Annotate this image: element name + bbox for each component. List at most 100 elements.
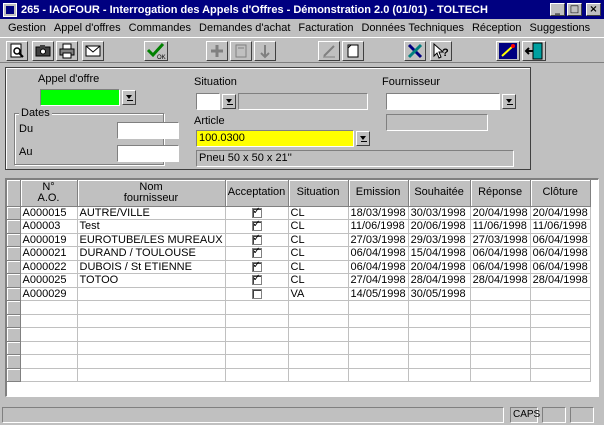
acceptation-checkbox[interactable] xyxy=(251,247,262,259)
table-row[interactable] xyxy=(7,300,591,315)
cell-no[interactable]: A00003 xyxy=(20,219,78,234)
cell-souhaitee[interactable] xyxy=(408,354,471,369)
cell-reponse[interactable]: 27/03/1998 xyxy=(470,233,531,247)
cell-situation[interactable]: CL xyxy=(288,246,349,261)
cell-souhaitee[interactable]: 29/03/1998 xyxy=(408,233,471,247)
cell-no[interactable]: A000021 xyxy=(20,246,78,261)
cell-reponse[interactable]: 06/04/1998 xyxy=(470,260,531,274)
cell-reponse[interactable]: 20/04/1998 xyxy=(470,206,531,220)
cell-situation[interactable]: CL xyxy=(288,219,349,234)
menu-demandes-achat[interactable]: Demandes d'achat xyxy=(195,22,294,34)
cell-cloture[interactable]: 06/04/1998 xyxy=(530,260,591,274)
cell-reponse[interactable] xyxy=(470,368,531,382)
cell-souhaitee[interactable] xyxy=(408,300,471,315)
cell-emission[interactable]: 27/03/1998 xyxy=(348,233,409,247)
table-row[interactable] xyxy=(7,314,591,328)
col-header-reponse[interactable]: Réponse xyxy=(470,180,531,207)
menu-reception[interactable]: Réception xyxy=(468,22,526,34)
cell-nom[interactable]: AUTRE/VILLE xyxy=(77,206,226,220)
cell-acceptation[interactable] xyxy=(225,219,289,234)
cell-acceptation[interactable] xyxy=(225,246,289,261)
row-selector[interactable] xyxy=(7,368,21,382)
table-row[interactable]: A000029 VA 14/05/1998 30/05/1998 xyxy=(7,287,591,301)
col-header-souhaitee[interactable]: Souhaitée xyxy=(408,180,471,207)
cell-nom[interactable] xyxy=(77,314,226,328)
du-date-input[interactable] xyxy=(117,122,179,139)
cell-acceptation[interactable] xyxy=(225,368,289,382)
cell-situation[interactable] xyxy=(288,341,349,355)
cell-emission[interactable] xyxy=(348,368,409,382)
menu-facturation[interactable]: Facturation xyxy=(294,22,357,34)
cell-souhaitee[interactable]: 20/06/1998 xyxy=(408,219,471,234)
menu-appel-offres[interactable]: Appel d'offres xyxy=(50,22,125,34)
cell-acceptation[interactable] xyxy=(225,341,289,355)
cell-emission[interactable] xyxy=(348,300,409,315)
acceptation-checkbox[interactable] xyxy=(251,220,262,232)
acceptation-checkbox[interactable] xyxy=(251,260,262,272)
situation-input[interactable] xyxy=(196,93,220,110)
fournisseur-input[interactable] xyxy=(386,93,500,110)
cell-nom[interactable]: EUROTUBE/LES MUREAUX xyxy=(77,233,226,247)
help-button[interactable]: ? xyxy=(430,41,452,61)
col-header-nom[interactable]: Nom fournisseur xyxy=(77,180,226,207)
cell-cloture[interactable]: 06/04/1998 xyxy=(530,233,591,247)
cell-reponse[interactable]: 28/04/1998 xyxy=(470,273,531,288)
row-selector[interactable] xyxy=(7,273,21,288)
cell-emission[interactable] xyxy=(348,341,409,355)
cell-cloture[interactable]: 11/06/1998 xyxy=(530,219,591,234)
acceptation-checkbox[interactable] xyxy=(251,206,262,218)
cell-nom[interactable] xyxy=(77,287,226,301)
cell-no[interactable] xyxy=(20,300,78,315)
cell-situation[interactable]: CL xyxy=(288,273,349,288)
cell-no[interactable]: A000029 xyxy=(20,287,78,301)
cell-souhaitee[interactable] xyxy=(408,327,471,342)
row-selector[interactable] xyxy=(7,233,21,247)
cell-emission[interactable]: 18/03/1998 xyxy=(348,206,409,220)
print-button[interactable] xyxy=(56,41,78,61)
cell-cloture[interactable] xyxy=(530,354,591,369)
row-selector[interactable] xyxy=(7,260,21,274)
add-button[interactable] xyxy=(206,41,228,61)
menu-suggestions[interactable]: Suggestions xyxy=(526,22,595,34)
cell-acceptation[interactable] xyxy=(225,300,289,315)
row-selector[interactable] xyxy=(7,314,21,328)
cell-reponse[interactable] xyxy=(470,300,531,315)
cell-souhaitee[interactable]: 30/03/1998 xyxy=(408,206,471,220)
cell-souhaitee[interactable]: 20/04/1998 xyxy=(408,260,471,274)
row-selector[interactable] xyxy=(7,300,21,315)
cell-acceptation[interactable] xyxy=(225,354,289,369)
cell-situation[interactable] xyxy=(288,327,349,342)
cell-situation[interactable] xyxy=(288,354,349,369)
sort-button[interactable] xyxy=(254,41,276,61)
results-grid[interactable]: N° A.O. Nom fournisseur Acceptation Situat… xyxy=(5,178,599,397)
acceptation-checkbox[interactable] xyxy=(251,288,262,299)
cell-cloture[interactable] xyxy=(530,287,591,301)
cell-souhaitee[interactable] xyxy=(408,314,471,328)
cell-acceptation[interactable] xyxy=(225,287,289,301)
maximize-button[interactable]: □ xyxy=(567,3,582,16)
acceptation-checkbox[interactable] xyxy=(251,233,262,245)
cell-cloture[interactable] xyxy=(530,300,591,315)
cell-reponse[interactable] xyxy=(470,327,531,342)
cell-emission[interactable]: 06/04/1998 xyxy=(348,246,409,261)
row-selector[interactable] xyxy=(7,327,21,342)
cell-cloture[interactable] xyxy=(530,327,591,342)
cell-emission[interactable]: 11/06/1998 xyxy=(348,219,409,234)
cell-situation[interactable]: CL xyxy=(288,260,349,274)
table-row[interactable]: A000019EUROTUBE/LES MUREAUXCL27/03/19982… xyxy=(7,233,591,247)
cell-emission[interactable]: 06/04/1998 xyxy=(348,260,409,274)
cell-nom[interactable]: DUBOIS / St ETIENNE xyxy=(77,260,226,274)
row-selector[interactable] xyxy=(7,246,21,261)
copy-button[interactable] xyxy=(342,41,364,61)
cell-emission[interactable] xyxy=(348,354,409,369)
table-row[interactable] xyxy=(7,354,591,369)
cell-emission[interactable]: 27/04/1998 xyxy=(348,273,409,288)
cell-nom[interactable] xyxy=(77,327,226,342)
article-dropdown[interactable] xyxy=(356,131,370,146)
cell-reponse[interactable] xyxy=(470,341,531,355)
col-header-no[interactable]: N° A.O. xyxy=(20,180,78,207)
row-selector[interactable] xyxy=(7,219,21,234)
exit-button[interactable] xyxy=(522,41,546,61)
table-row[interactable] xyxy=(7,327,591,342)
table-row[interactable]: A00003TestCL11/06/199820/06/199811/06/19… xyxy=(7,219,591,234)
